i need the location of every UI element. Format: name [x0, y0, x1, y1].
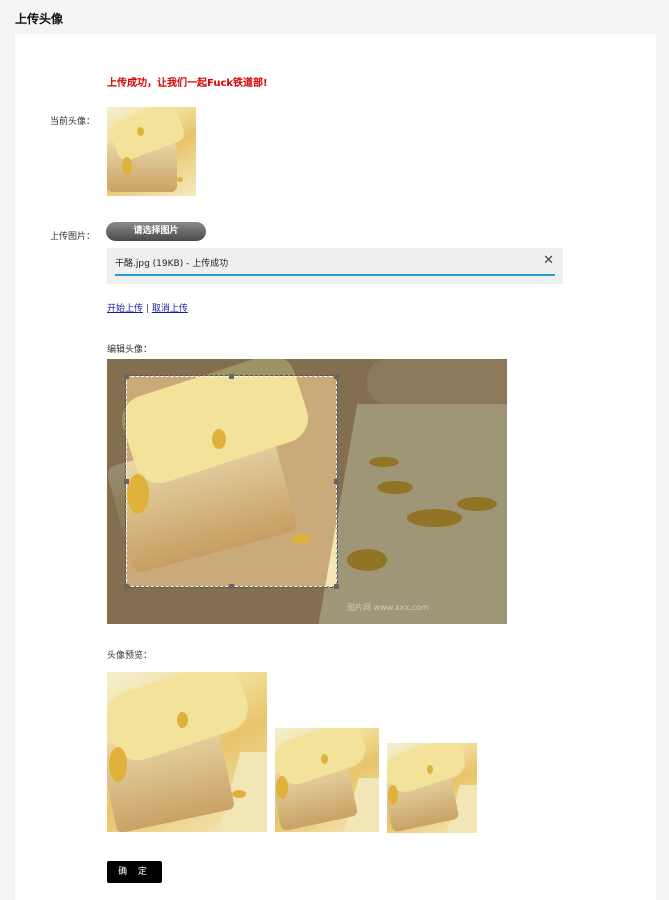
crop-handle-ne[interactable] [334, 374, 339, 379]
preview-large [107, 672, 267, 832]
crop-handle-s[interactable] [229, 584, 234, 589]
file-queue-item: 干酪.jpg (19KB) - 上传成功 ✕ [107, 248, 563, 284]
page-header: 上传头像 [0, 0, 669, 34]
remove-file-icon[interactable]: ✕ [543, 253, 554, 268]
crop-handle-sw[interactable] [124, 584, 129, 589]
success-message: 上传成功，让我们一起Fuck铁道部! [107, 78, 268, 89]
preview-medium [275, 728, 379, 832]
edit-avatar-label: 编辑头像： [107, 345, 153, 355]
upload-actions: 开始上传 | 取消上传 [107, 301, 188, 314]
current-avatar-label: 当前头像： [50, 117, 96, 127]
cancel-upload-link[interactable]: 取消上传 [152, 304, 188, 314]
crop-handle-nw[interactable] [124, 374, 129, 379]
preview-label: 头像预览： [107, 651, 153, 661]
crop-handle-w[interactable] [124, 479, 129, 484]
choose-image-button[interactable]: 请选择图片 [106, 222, 206, 241]
image-watermark: 图片网 www.xxx.com [347, 603, 429, 612]
crop-area[interactable]: 图片网 www.xxx.com [107, 359, 507, 624]
file-status-text: 干酪.jpg (19KB) - 上传成功 [115, 259, 229, 269]
crop-handle-e[interactable] [334, 479, 339, 484]
confirm-button[interactable]: 确 定 [107, 861, 162, 883]
crop-handle-se[interactable] [334, 584, 339, 589]
preview-small [387, 743, 477, 833]
link-separator: | [145, 304, 149, 314]
crop-handle-n[interactable] [229, 374, 234, 379]
upload-label: 上传图片： [50, 232, 96, 242]
crop-selection[interactable] [124, 374, 339, 589]
page-title: 上传头像 [15, 12, 64, 26]
current-avatar-image [107, 107, 196, 196]
start-upload-link[interactable]: 开始上传 [107, 304, 143, 314]
upload-progress-bar [115, 274, 555, 276]
